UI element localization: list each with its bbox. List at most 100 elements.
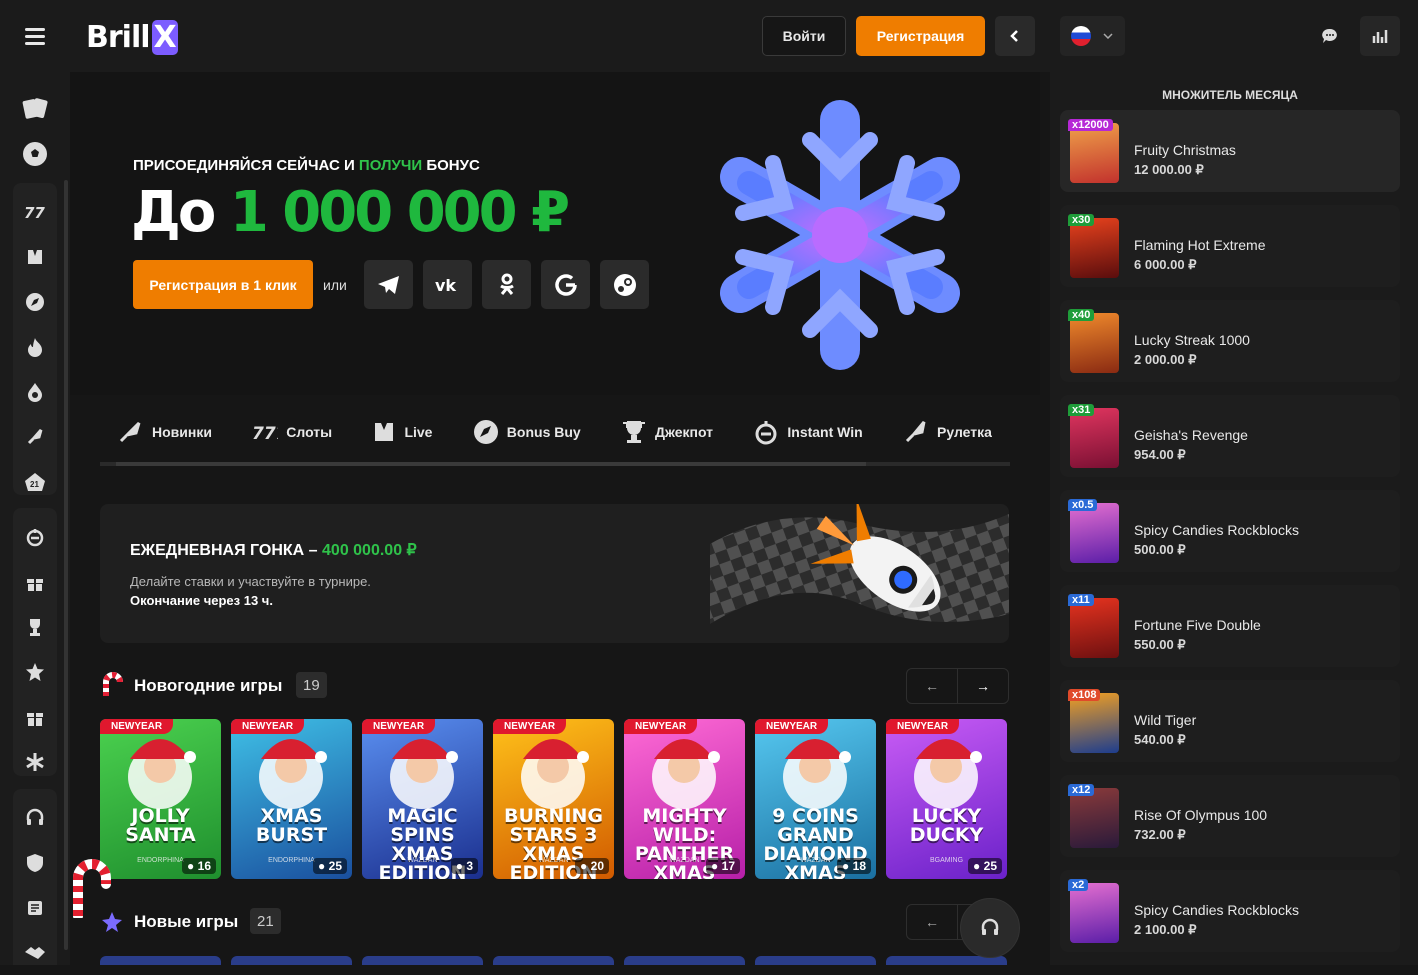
category-new[interactable]: Новинки [118,420,212,444]
multiplier-game-name: Fruity Christmas [1134,142,1236,158]
game-card[interactable]: NEWYEAR XMAS BURST ENDORPHINA ● 25 [231,719,352,879]
game-title: JOLLY SANTA [125,805,196,846]
multiplier-item[interactable]: x40 Lucky Streak 1000 2 000.00 ₽ [1060,300,1400,382]
multiplier-item[interactable]: x12 Rise Of Olympus 100 732.00 ₽ [1060,775,1400,857]
svg-text:777: 777 [24,205,46,219]
sport-nav[interactable] [13,131,57,176]
rail-gifts[interactable] [13,559,57,604]
game-card[interactable]: NEWYEAR BURNING STARS 3 XMAS EDITION WAZD… [493,719,614,879]
rail-mini-games[interactable]: 21 [13,459,57,504]
document-icon [28,900,42,915]
game-title: XMAS BURST [255,805,328,846]
multiplier-item[interactable]: x0.5 Spicy Candies Rockblocks 500.00 ₽ [1060,490,1400,572]
register-button[interactable]: Регистрация [856,16,985,56]
multiplier-title: МНОЖИТЕЛЬ МЕСЯЦА [1162,88,1298,102]
game-card[interactable] [755,956,876,965]
new-games-row-peek [100,956,1009,965]
game-card[interactable] [100,956,221,965]
brand-logo[interactable]: Brill X [86,20,178,55]
category-slots[interactable]: 777Слоты [252,423,332,441]
game-card[interactable]: NEWYEAR LUCKY DUCKY BGAMING ● 25 [886,719,1007,879]
multiplier-game-name: Wild Tiger [1134,712,1197,728]
chart-icon [1372,30,1388,43]
login-button[interactable]: Войти [762,16,846,56]
game-card[interactable] [362,956,483,965]
rail-wheel[interactable] [13,739,57,784]
game-tag: NEWYEAR [886,719,960,734]
game-card[interactable] [624,956,745,965]
carousel-next-button[interactable]: → [957,669,1008,703]
multiplier-amount: 540.00 ₽ [1134,732,1186,747]
user-icon: ● [318,859,329,873]
multiplier-item[interactable]: x31 Geisha's Revenge 954.00 ₽ [1060,395,1400,477]
google-login-button[interactable] [541,260,590,309]
category-instant-win[interactable]: Instant Win [753,419,863,445]
game-thumbnail [1070,788,1119,848]
game-card[interactable]: NEWYEAR MAGIC SPINS XMAS EDITION WAZDAN ●… [362,719,483,879]
multiplier-amount: 6 000.00 ₽ [1134,257,1197,272]
rail-security[interactable] [13,840,57,885]
menu-button[interactable] [0,0,70,72]
category-scrollbar[interactable] [100,462,1010,466]
category-jackpot[interactable]: Джекпот [621,419,713,445]
left-rail: 777 21 [0,0,70,965]
game-card[interactable]: NEWYEAR MIGHTY WILD: PANTHER XMAS WAZDAN … [624,719,745,879]
rail-bonuses[interactable] [13,694,57,739]
steam-login-button[interactable] [600,260,649,309]
rail-instant[interactable] [13,514,57,559]
rail-slots[interactable]: 777 [13,189,57,234]
user-icon: ● [973,859,984,873]
game-card[interactable] [231,956,352,965]
rail-favorites[interactable] [13,649,57,694]
xmas-count-badge: 19 [296,672,327,698]
category-live[interactable]: Live [372,420,432,444]
gamepad-21-icon: 21 [25,472,45,491]
race-title: ЕЖЕДНЕВНАЯ ГОНКА – 400 000.00 ₽ [130,542,417,559]
stats-button[interactable] [1360,16,1400,56]
rail-bonus-buy[interactable] [13,279,57,324]
multiplier-item[interactable]: x11 Fortune Five Double 550.00 ₽ [1060,585,1400,667]
language-selector[interactable] [1060,16,1125,56]
game-card[interactable] [493,956,614,965]
game-title: LUCKY DUCKY [909,805,984,846]
rail-live[interactable] [13,234,57,279]
multiplier-item[interactable]: x30 Flaming Hot Extreme 6 000.00 ₽ [1060,205,1400,287]
user-icon: ● [187,859,198,873]
new-games-prev-button[interactable]: ← [907,905,957,939]
collapse-sidebar-button[interactable] [995,16,1035,56]
multiplier-item[interactable]: x12000 Fruity Christmas 12 000.00 ₽ [1060,110,1400,192]
rail-popular[interactable] [13,369,57,414]
telegram-login-button[interactable] [364,260,413,309]
chat-button[interactable] [1310,16,1350,56]
instant-win-icon [755,421,777,445]
rail-hot[interactable] [13,324,57,369]
one-click-register-button[interactable]: Регистрация в 1 клик [133,260,313,309]
hero-kicker: ПРИСОЕДИНЯЙСЯ СЕЙЧАС И ПОЛУЧИ БОНУС [133,157,480,174]
game-card[interactable]: NEWYEAR JOLLY SANTA ENDORPHINA ● 16 [100,719,221,879]
ok-login-button[interactable] [482,260,531,309]
headset-icon [981,918,999,935]
rail-rules[interactable] [13,885,57,930]
vk-login-button[interactable]: vk [423,260,472,309]
rail-partners[interactable] [13,930,57,975]
multiplier-game-name: Geisha's Revenge [1134,427,1248,443]
multiplier-item[interactable]: x108 Wild Tiger 540.00 ₽ [1060,680,1400,762]
category-roulette[interactable]: Рулетка [903,419,992,445]
rail-support[interactable] [13,795,57,840]
multiplier-item[interactable]: x2 Spicy Candies Rockblocks 2 100.00 ₽ [1060,870,1400,952]
support-chat-button[interactable] [960,898,1020,958]
daily-race-banner[interactable]: ЕЖЕДНЕВНАЯ ГОНКА – 400 000.00 ₽ Делайте … [100,504,1009,643]
rail-tournaments[interactable] [13,604,57,649]
carousel-prev-button[interactable]: ← [907,669,957,703]
logo-x: X [151,20,178,55]
casino-nav[interactable] [13,86,57,131]
category-bonus-buy[interactable]: Bonus Buy [473,419,581,445]
rail-crash[interactable] [13,414,57,459]
game-card[interactable]: NEWYEAR 9 COINS GRAND DIAMOND XMAS WAZDAN… [755,719,876,879]
vk-icon: vk [435,277,456,293]
multiplier-amount: 954.00 ₽ [1134,447,1186,462]
trophy-icon [623,421,646,443]
rail-scrollbar[interactable] [64,180,68,950]
game-art [914,739,982,809]
candy-cane-icon [103,672,123,696]
